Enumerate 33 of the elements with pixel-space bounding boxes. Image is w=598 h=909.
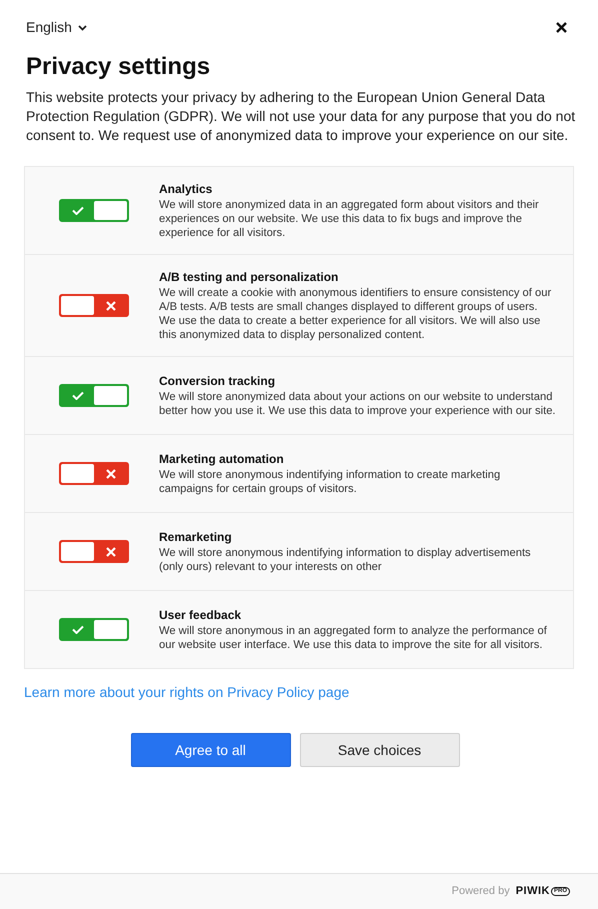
dialog-title: Privacy settings [26, 52, 212, 82]
consent-description: We will store anonymized data about your actions on our website to understand better how you use it. We use this data to improve your experience with our site. [159, 390, 557, 418]
consent-description: We will store anonymous indentifying information to create marketing campaigns for certain groups of visitors. [159, 468, 502, 496]
check-icon [72, 625, 84, 634]
consent-title: User feedback [159, 607, 242, 623]
check-icon [72, 206, 84, 215]
consent-description: We will store anonymous indentifying information to display advertisements (only ours) relevant to your interests on other [159, 546, 532, 574]
consent-toggle[interactable] [59, 462, 129, 485]
consent-toggle[interactable] [59, 294, 129, 317]
agree-button[interactable]: Agree to all [130, 733, 290, 767]
caret-icon [78, 24, 87, 30]
consent-title: Analytics [159, 181, 214, 197]
consent-toggle[interactable] [59, 199, 129, 222]
consent-title: Marketing automation [159, 451, 285, 467]
consent-description: We will create a cookie with anonymous identifiers to ensure consistency of our A/B tests. A/B tests are small changes displayed to different groups of users. We use the data to create a better experience for all visitors. We will also use this anonymized data to display personalized content. [159, 286, 552, 342]
close-button[interactable] [554, 20, 568, 34]
privacy-policy-link[interactable]: Learn more about your rights on Privacy Policy page [24, 682, 350, 703]
intro-text: This website protects your privacy by adhering to the European Union General Data Protection Regulation (GDPR). We will not use your data for any purpose that you do not consent to. We request use of anonymized data to improve your experience on our site. [26, 88, 576, 145]
check-icon [72, 391, 84, 400]
consent-title: Conversion tracking [159, 373, 276, 389]
cross-icon [106, 546, 116, 556]
save-button[interactable]: Save choices [300, 733, 460, 767]
cross-icon [106, 300, 116, 310]
consent-toggle[interactable] [59, 618, 129, 641]
consent-description: We will store anonymized data in an aggregated form about visitors and their experiences on our website. We use this data to fix bugs and improve the experience for all visitors. [159, 198, 540, 240]
language-dropdown[interactable]: English [26, 17, 87, 38]
powered-by-text: Powered by [452, 884, 510, 900]
consent-toggle[interactable] [59, 540, 129, 563]
consent-title: A/B testing and personalization [159, 269, 340, 285]
cross-icon [106, 468, 116, 478]
consent-title: Remarketing [159, 529, 233, 545]
consent-description: We will store anonymous in an aggregated form to analyze the performance of our website user interface. We use this data to improve the site for all visitors. [159, 624, 548, 652]
consent-toggle[interactable] [59, 384, 129, 407]
